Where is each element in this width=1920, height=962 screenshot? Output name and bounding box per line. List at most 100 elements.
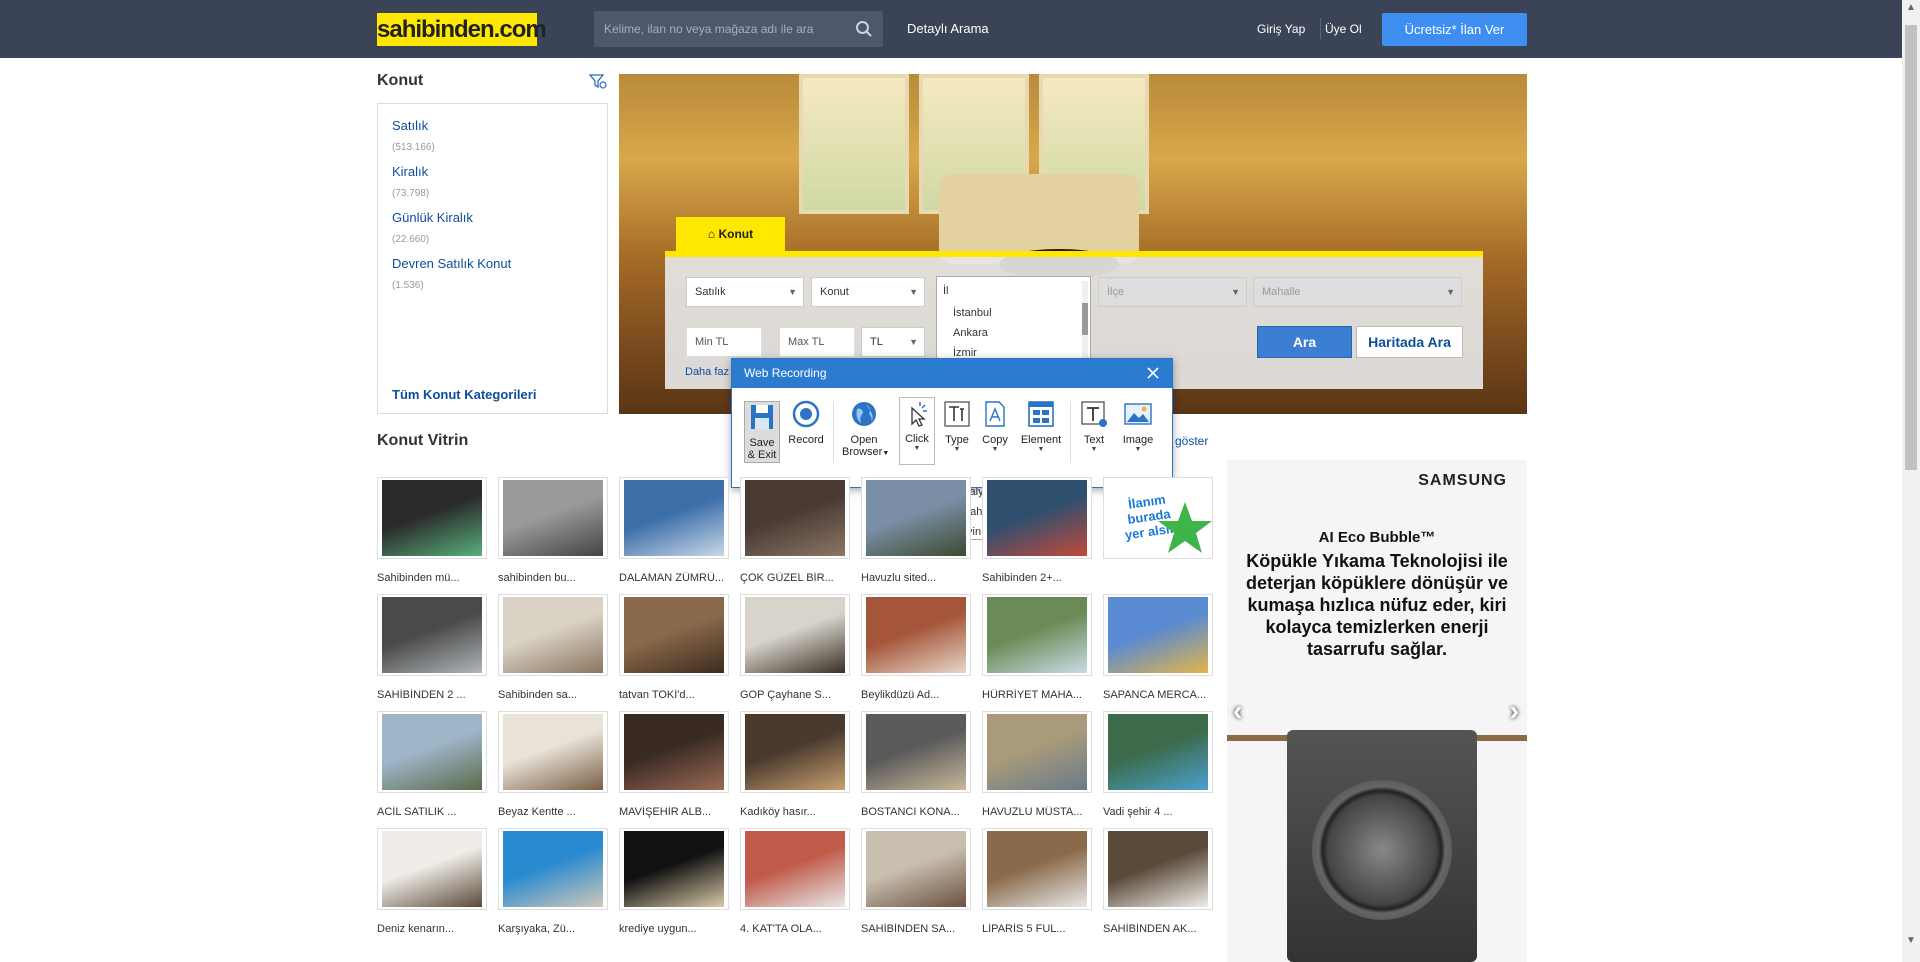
city-option[interactable]: İstanbul (953, 307, 992, 319)
listing-caption[interactable]: Beylikdüzü Ad... (861, 689, 979, 701)
close-icon[interactable] (1144, 364, 1162, 382)
listing-caption[interactable]: LİPARİS 5 FUL... (982, 923, 1100, 935)
category-link-devren[interactable]: Devren Satılık Konut (392, 256, 511, 271)
listing-thumbnail[interactable] (1103, 828, 1213, 910)
post-ad-button[interactable]: Ücretsiz* İlan Ver (1382, 13, 1527, 46)
site-logo[interactable]: sahibinden.com (377, 13, 547, 46)
samsung-advert[interactable]: SAMSUNG AI Eco Bubble™ Köpükle Yıkama Te… (1227, 460, 1527, 962)
vitrin-placeholder-ad[interactable]: İlanım burada yer alsın (1103, 477, 1213, 559)
listing-thumbnail[interactable] (619, 477, 729, 559)
listing-caption[interactable]: HAVUZLU MÜSTA... (982, 806, 1100, 818)
listing-thumbnail[interactable] (377, 594, 487, 676)
listing-caption[interactable]: SAPANCA MERCA... (1103, 689, 1221, 701)
type-button[interactable]: Type ▼ (939, 399, 975, 453)
save-exit-button[interactable]: Save & Exit (744, 401, 780, 463)
search-icon[interactable] (855, 20, 873, 38)
more-options-link[interactable]: Daha faz (685, 366, 729, 378)
listing-caption[interactable]: SAHİBİNDEN AK... (1103, 923, 1221, 935)
listing-caption[interactable]: Vadi şehir 4 ... (1103, 806, 1221, 818)
page-scrollbar[interactable]: ▲ ▼ (1902, 0, 1920, 962)
max-price-input[interactable]: Max TL (779, 327, 855, 357)
listing-caption[interactable]: GOP Çayhane S... (740, 689, 858, 701)
tab-konut[interactable]: ⌂ Konut (676, 217, 785, 252)
listing-caption[interactable]: BOSTANCI KONA... (861, 806, 979, 818)
currency-select[interactable]: TL ▼ (861, 327, 925, 357)
listing-caption[interactable]: krediye uygun... (619, 923, 737, 935)
listing-thumbnail[interactable] (982, 594, 1092, 676)
listing-thumbnail[interactable] (377, 828, 487, 910)
filter-icon[interactable] (589, 74, 607, 90)
listing-thumbnail[interactable] (1103, 594, 1213, 676)
carousel-prev-icon[interactable]: ‹ (1233, 695, 1242, 727)
listing-caption[interactable]: Kadıköy hasır... (740, 806, 858, 818)
open-browser-button[interactable]: Open Browser▼ (842, 399, 889, 458)
listing-caption[interactable]: Karşıyaka, Zü... (498, 923, 616, 935)
listing-caption[interactable]: Sahibinden sa... (498, 689, 616, 701)
listing-caption[interactable]: Deniz kenarın... (377, 923, 495, 935)
listing-caption[interactable]: SAHİBİNDEN 2 ... (377, 689, 495, 701)
listing-caption[interactable]: Havuzlu sited... (861, 572, 979, 584)
listing-thumbnail[interactable] (982, 711, 1092, 793)
scroll-down-icon[interactable]: ▼ (1906, 935, 1916, 946)
listing-caption[interactable]: ACİL SATILIK ... (377, 806, 495, 818)
listing-thumbnail[interactable] (619, 594, 729, 676)
listing-caption[interactable]: tatvan TOKİ'd... (619, 689, 737, 701)
login-link[interactable]: Giriş Yap (1257, 22, 1305, 36)
listing-thumbnail[interactable] (619, 828, 729, 910)
show-all-link[interactable]: göster (1175, 434, 1208, 448)
copy-button[interactable]: Copy ▼ (977, 399, 1013, 453)
city-option[interactable]: Ankara (953, 327, 988, 339)
category-link-kiralik[interactable]: Kiralık (392, 164, 428, 179)
record-button[interactable]: Record (786, 399, 826, 446)
listing-caption[interactable]: Sahibinden mü... (377, 572, 495, 584)
listing-thumbnail[interactable] (861, 828, 971, 910)
image-button[interactable]: Image ▼ (1116, 399, 1160, 453)
listing-caption[interactable]: ÇOK GÜZEL BİR... (740, 572, 858, 584)
listing-thumbnail[interactable] (377, 477, 487, 559)
listing-caption[interactable]: Sahibinden 2+... (982, 572, 1100, 584)
listing-caption[interactable]: sahibinden bu... (498, 572, 616, 584)
listing-thumbnail[interactable] (619, 711, 729, 793)
listing-thumbnail[interactable] (861, 711, 971, 793)
listing-thumbnail[interactable] (740, 828, 850, 910)
register-link[interactable]: Üye Ol (1325, 22, 1362, 36)
listing-thumbnail[interactable] (740, 477, 850, 559)
listing-thumbnail[interactable] (982, 828, 1092, 910)
listing-thumbnail[interactable] (740, 711, 850, 793)
listing-thumbnail[interactable] (377, 711, 487, 793)
listing-thumbnail[interactable] (861, 477, 971, 559)
listing-thumbnail[interactable] (1103, 711, 1213, 793)
scrollbar-thumb[interactable] (1082, 303, 1088, 335)
category-select[interactable]: Konut ▼ (811, 277, 925, 307)
element-button[interactable]: Element ▼ (1017, 399, 1065, 453)
all-categories-link[interactable]: Tüm Konut Kategorileri (392, 387, 536, 402)
map-search-button[interactable]: Haritada Ara (1356, 326, 1463, 358)
type-select[interactable]: Satılık ▼ (686, 277, 804, 307)
scrollbar-thumb[interactable] (1905, 25, 1917, 470)
listing-caption[interactable]: Beyaz Kentte ... (498, 806, 616, 818)
listing-thumbnail[interactable] (498, 594, 608, 676)
search-input[interactable] (594, 11, 844, 47)
neighborhood-select[interactable]: Mahalle ▼ (1253, 277, 1462, 307)
carousel-next-icon[interactable]: › (1510, 695, 1519, 727)
scroll-up-icon[interactable]: ▲ (1906, 2, 1916, 13)
listing-thumbnail[interactable] (740, 594, 850, 676)
listing-caption[interactable]: 4. KAT'TA OLA... (740, 923, 858, 935)
category-link-satilik[interactable]: Satılık (392, 118, 428, 133)
listing-thumbnail[interactable] (982, 477, 1092, 559)
listing-thumbnail[interactable] (861, 594, 971, 676)
listing-thumbnail[interactable] (498, 711, 608, 793)
text-button[interactable]: Text ▼ (1076, 399, 1112, 453)
min-price-input[interactable]: Min TL (686, 327, 762, 357)
listing-thumbnail[interactable] (498, 828, 608, 910)
detailed-search-link[interactable]: Detaylı Arama (907, 21, 989, 36)
listing-caption[interactable]: HÜRRİYET MAHA... (982, 689, 1100, 701)
district-select[interactable]: İlçe ▼ (1098, 277, 1247, 307)
listing-caption[interactable]: MAVİŞEHİR ALB... (619, 806, 737, 818)
listing-thumbnail[interactable] (498, 477, 608, 559)
category-link-gunluk[interactable]: Günlük Kiralık (392, 210, 473, 225)
listing-caption[interactable]: SAHİBİNDEN SA... (861, 923, 979, 935)
click-button[interactable]: Click ▼ (899, 397, 935, 465)
search-button[interactable]: Ara (1257, 326, 1352, 358)
listing-caption[interactable]: DALAMAN ZÜMRÜ... (619, 572, 737, 584)
